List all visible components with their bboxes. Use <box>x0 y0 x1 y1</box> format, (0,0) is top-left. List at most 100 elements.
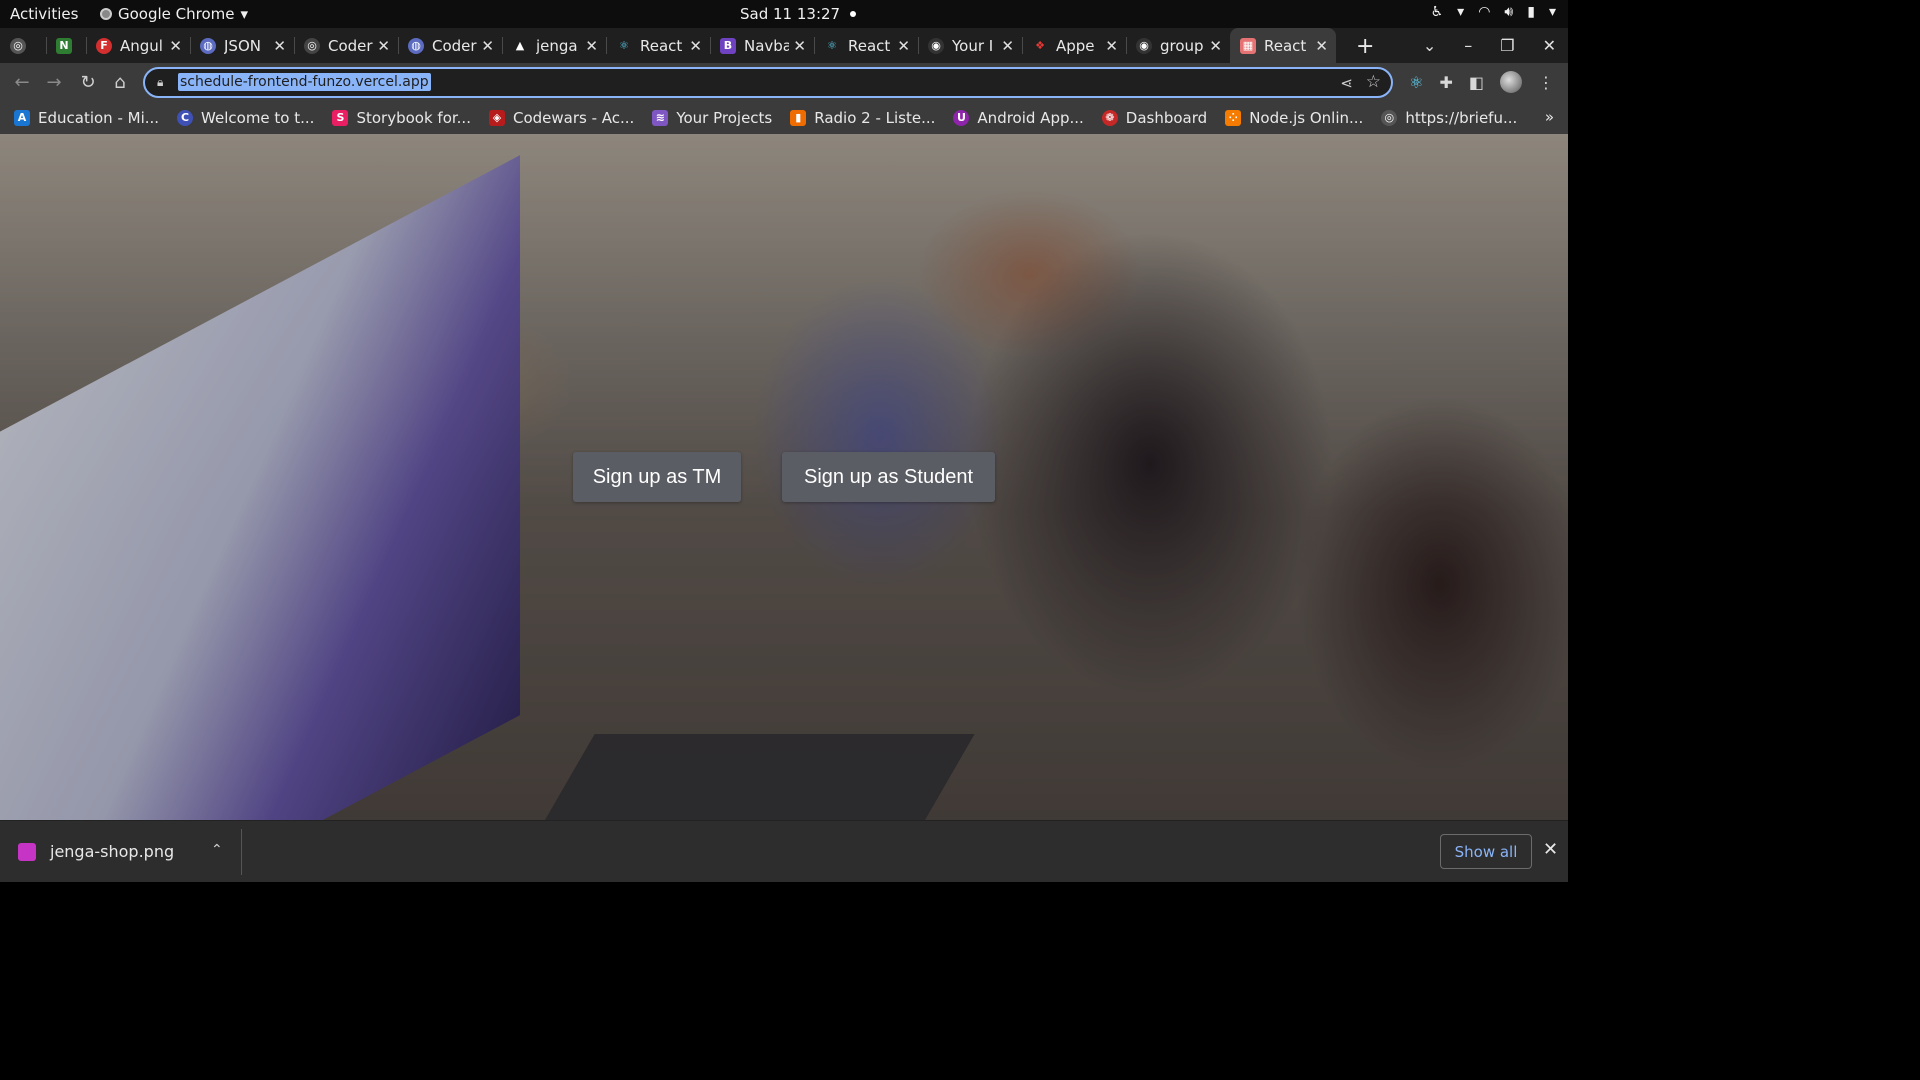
volume-icon[interactable]: 🔊︎ <box>1504 4 1513 20</box>
bookmarks-bar: A Education - Mi... C Welcome to t... S … <box>0 101 1568 134</box>
tab-11[interactable]: ❖ Appe ✕ <box>1022 28 1126 63</box>
bookmark-item[interactable]: U Android App... <box>953 108 1084 127</box>
window-close-icon[interactable]: ✕ <box>1543 36 1556 55</box>
bookmark-item[interactable]: A Education - Mi... <box>14 109 159 127</box>
share-icon[interactable]: ⋖ <box>1340 74 1353 92</box>
bookmark-item[interactable]: ≋ Your Projects <box>652 109 772 127</box>
restore-icon[interactable]: ❐ <box>1500 36 1514 55</box>
tab-2[interactable]: F Angul ✕ <box>86 28 190 63</box>
close-icon[interactable]: ✕ <box>481 37 494 55</box>
tab-12[interactable]: ◉ group ✕ <box>1126 28 1230 63</box>
close-icon[interactable]: ✕ <box>1001 37 1014 55</box>
app-menu[interactable]: Google Chrome ▾ <box>100 5 248 23</box>
tab-8[interactable]: B Navba ✕ <box>710 28 814 63</box>
minimize-icon[interactable]: – <box>1464 36 1472 55</box>
signup-student-button[interactable]: Sign up as Student <box>782 452 995 502</box>
bookmarks-overflow-icon[interactable]: » <box>1545 108 1554 126</box>
lock-icon[interactable]: 🔒︎ <box>157 75 163 90</box>
bookmark-star-icon[interactable]: ☆ <box>1366 72 1381 92</box>
download-item[interactable]: jenga-shop.png <box>18 842 174 861</box>
close-icon[interactable]: ✕ <box>585 37 598 55</box>
bookmark-item[interactable]: ⁘ Node.js Onlin... <box>1225 109 1363 127</box>
react-icon: ⚛ <box>619 39 629 52</box>
close-icon[interactable]: ✕ <box>689 37 702 55</box>
bookmark-item[interactable]: ◎ https://briefu... <box>1381 109 1517 127</box>
bookmark-item[interactable]: C Welcome to t... <box>177 109 314 127</box>
bookmark-favicon-icon: U <box>953 109 970 126</box>
bookmark-label: Radio 2 - Liste... <box>814 108 936 127</box>
system-top-bar: Activities Google Chrome ▾ Sad 11 13:27 … <box>0 0 1568 28</box>
close-icon[interactable]: ✕ <box>1315 37 1328 55</box>
close-icon[interactable]: ✕ <box>1543 839 1558 860</box>
tab-search-icon[interactable]: ⌄ <box>1423 36 1436 55</box>
tab-7[interactable]: ⚛ React ✕ <box>606 28 710 63</box>
forward-icon[interactable]: → <box>44 72 64 93</box>
close-icon[interactable]: ✕ <box>897 37 910 55</box>
bookmark-favicon-icon: ◈ <box>488 109 505 126</box>
close-icon[interactable]: ✕ <box>793 37 806 55</box>
calendar-icon: ▦ <box>1240 37 1256 54</box>
tab-4[interactable]: ◎ Coder ✕ <box>294 28 398 63</box>
download-shelf: jenga-shop.png ⌃ Show all ✕ <box>0 820 1568 882</box>
bookmark-favicon-icon: A <box>14 109 30 126</box>
tab-0[interactable]: ◎ <box>0 28 46 63</box>
toolbar-actions: ⚛ ✚ ◧ ⋮ <box>1409 71 1554 93</box>
bookmark-label: https://briefu... <box>1405 108 1518 127</box>
bookmark-label: Android App... <box>977 108 1084 127</box>
bookmark-favicon-icon: ❁ <box>1101 109 1118 126</box>
activities-button[interactable]: Activities <box>10 5 78 23</box>
vercel-triangle-icon: ▲ <box>515 39 525 52</box>
tray-dropdown-icon[interactable]: ▾ <box>1457 4 1464 20</box>
bookmark-label: Welcome to t... <box>201 108 315 127</box>
tab-3[interactable]: ◍ JSON ✕ <box>190 28 294 63</box>
close-icon[interactable]: ✕ <box>1105 37 1118 55</box>
app-menu-label: Google Chrome <box>118 5 235 23</box>
tab-13-active[interactable]: ▦ React ✕ <box>1230 28 1336 63</box>
github-icon: ◉ <box>1136 37 1152 54</box>
bookmark-item[interactable]: S Storybook for... <box>332 109 471 127</box>
close-icon[interactable]: ✕ <box>1209 37 1222 55</box>
battery-icon[interactable]: ▮ <box>1527 4 1535 20</box>
home-icon[interactable]: ⌂ <box>110 72 130 93</box>
tab-5[interactable]: ◍ Coder ✕ <box>398 28 502 63</box>
bookmark-item[interactable]: ◈ Codewars - Ac... <box>488 109 634 127</box>
tab-strip: ◎ N F Angul ✕ ◍ JSON ✕ ◎ Coder ✕ ◍ Coder… <box>0 28 1568 63</box>
close-icon[interactable]: ✕ <box>169 37 182 55</box>
accessibility-icon[interactable]: ♿︎ <box>1431 4 1444 20</box>
chrome-app-icon <box>100 8 112 20</box>
tab-label: React <box>1264 36 1307 55</box>
clock-text: Sad 11 13:27 <box>740 5 841 23</box>
bookmark-item[interactable]: ▮ Radio 2 - Liste... <box>790 109 935 127</box>
reload-icon[interactable]: ↻ <box>78 72 98 93</box>
show-all-button[interactable]: Show all <box>1440 834 1532 869</box>
address-bar[interactable]: 🔒︎ schedule-frontend-funzo.vercel.app ⋖ … <box>143 67 1393 98</box>
download-file-name: jenga-shop.png <box>50 842 175 861</box>
close-icon[interactable]: ✕ <box>273 37 286 55</box>
profile-avatar[interactable] <box>1500 71 1522 93</box>
chrome-menu-icon[interactable]: ⋮ <box>1538 73 1554 92</box>
url-text[interactable]: schedule-frontend-funzo.vercel.app <box>178 73 431 91</box>
react-icon: ⚛ <box>827 39 837 52</box>
power-menu-icon[interactable]: ▾ <box>1549 4 1556 20</box>
wifi-icon[interactable]: ◠ <box>1478 4 1490 20</box>
clock[interactable]: Sad 11 13:27 <box>740 5 857 23</box>
react-devtools-icon[interactable]: ⚛ <box>1409 73 1423 92</box>
tab-10[interactable]: ◉ Your I ✕ <box>918 28 1022 63</box>
back-icon[interactable]: ← <box>12 72 32 93</box>
bookmark-favicon-icon: S <box>332 109 349 126</box>
signup-tm-button[interactable]: Sign up as TM <box>573 452 741 502</box>
browser-toolbar: ← → ↻ ⌂ 🔒︎ schedule-frontend-funzo.verce… <box>0 63 1568 101</box>
chevron-up-icon[interactable]: ⌃ <box>211 842 223 858</box>
extensions-puzzle-icon[interactable]: ✚ <box>1439 73 1452 92</box>
divider <box>241 829 242 875</box>
side-panel-icon[interactable]: ◧ <box>1469 73 1484 92</box>
tab-6[interactable]: ▲ jenga ✕ <box>502 28 606 63</box>
bookmark-item[interactable]: ❁ Dashboard <box>1101 109 1207 127</box>
tab-9[interactable]: ⚛ React ✕ <box>814 28 918 63</box>
close-icon[interactable]: ✕ <box>377 37 390 55</box>
system-tray[interactable]: ♿︎ ▾ ◠ 🔊︎ ▮ ▾ <box>1431 4 1556 20</box>
tab-1[interactable]: N <box>46 28 86 63</box>
new-tab-button[interactable]: + <box>1356 34 1374 59</box>
tab-label: Coder <box>432 36 477 55</box>
tab-label: Appe <box>1056 36 1095 55</box>
